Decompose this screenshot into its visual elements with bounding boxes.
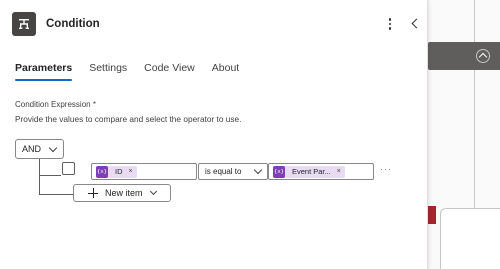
plus-icon [88,188,98,198]
panel-tabs: Parameters Settings Code View About [15,62,239,81]
action-details-panel: Condition Parameters Settings Code View … [0,0,428,269]
header-actions [383,16,421,32]
condition-icon [12,12,36,36]
panel-header: Condition [12,10,421,38]
operator-value: is equal to [205,167,242,176]
right-operand-input[interactable]: {x} Event Par... × [268,163,374,180]
variable-icon: {x} [96,165,108,178]
new-item-label: New item [105,188,143,198]
token-label: ID [115,167,123,176]
canvas-branch-box [440,208,500,269]
left-operand-input[interactable]: {x} ID × [91,163,197,180]
tab-about[interactable]: About [212,62,239,80]
condition-expression-label: Condition Expression * [15,100,96,109]
row-more-icon[interactable]: ··· [380,164,392,174]
tab-code-view[interactable]: Code View [144,62,195,80]
chevron-down-icon [253,165,263,175]
group-operator-value: AND [22,144,42,154]
remove-token-icon[interactable]: × [129,168,133,175]
group-operator-dropdown[interactable]: AND [15,139,64,159]
row-select-checkbox[interactable] [62,162,75,175]
dynamic-content-token[interactable]: {x} ID × [96,165,137,178]
condition-expression-help: Provide the values to compare and select… [15,114,242,124]
token-label: Event Par... [292,167,331,176]
dynamic-content-token[interactable]: {x} Event Par... × [273,165,345,178]
tree-connector [39,175,61,176]
error-marker [428,206,436,224]
tab-settings[interactable]: Settings [89,62,127,80]
tree-connector [39,159,40,195]
panel-title: Condition [46,18,100,30]
variable-icon: {x} [273,165,285,178]
new-item-button[interactable]: New item [73,184,171,202]
canvas-connector [474,70,475,208]
canvas-action-card[interactable] [428,42,500,70]
chevron-up-icon[interactable] [476,49,490,63]
more-vertical-icon[interactable] [383,16,397,32]
operator-dropdown[interactable]: is equal to [198,163,268,180]
remove-token-icon[interactable]: × [337,168,341,175]
tree-connector [39,194,73,195]
tab-parameters[interactable]: Parameters [15,62,73,81]
canvas-connector [474,0,475,42]
condition-glyph [19,19,29,29]
chevron-down-icon [48,143,58,153]
chevron-left-icon[interactable] [409,16,421,32]
chevron-down-icon [149,187,158,196]
